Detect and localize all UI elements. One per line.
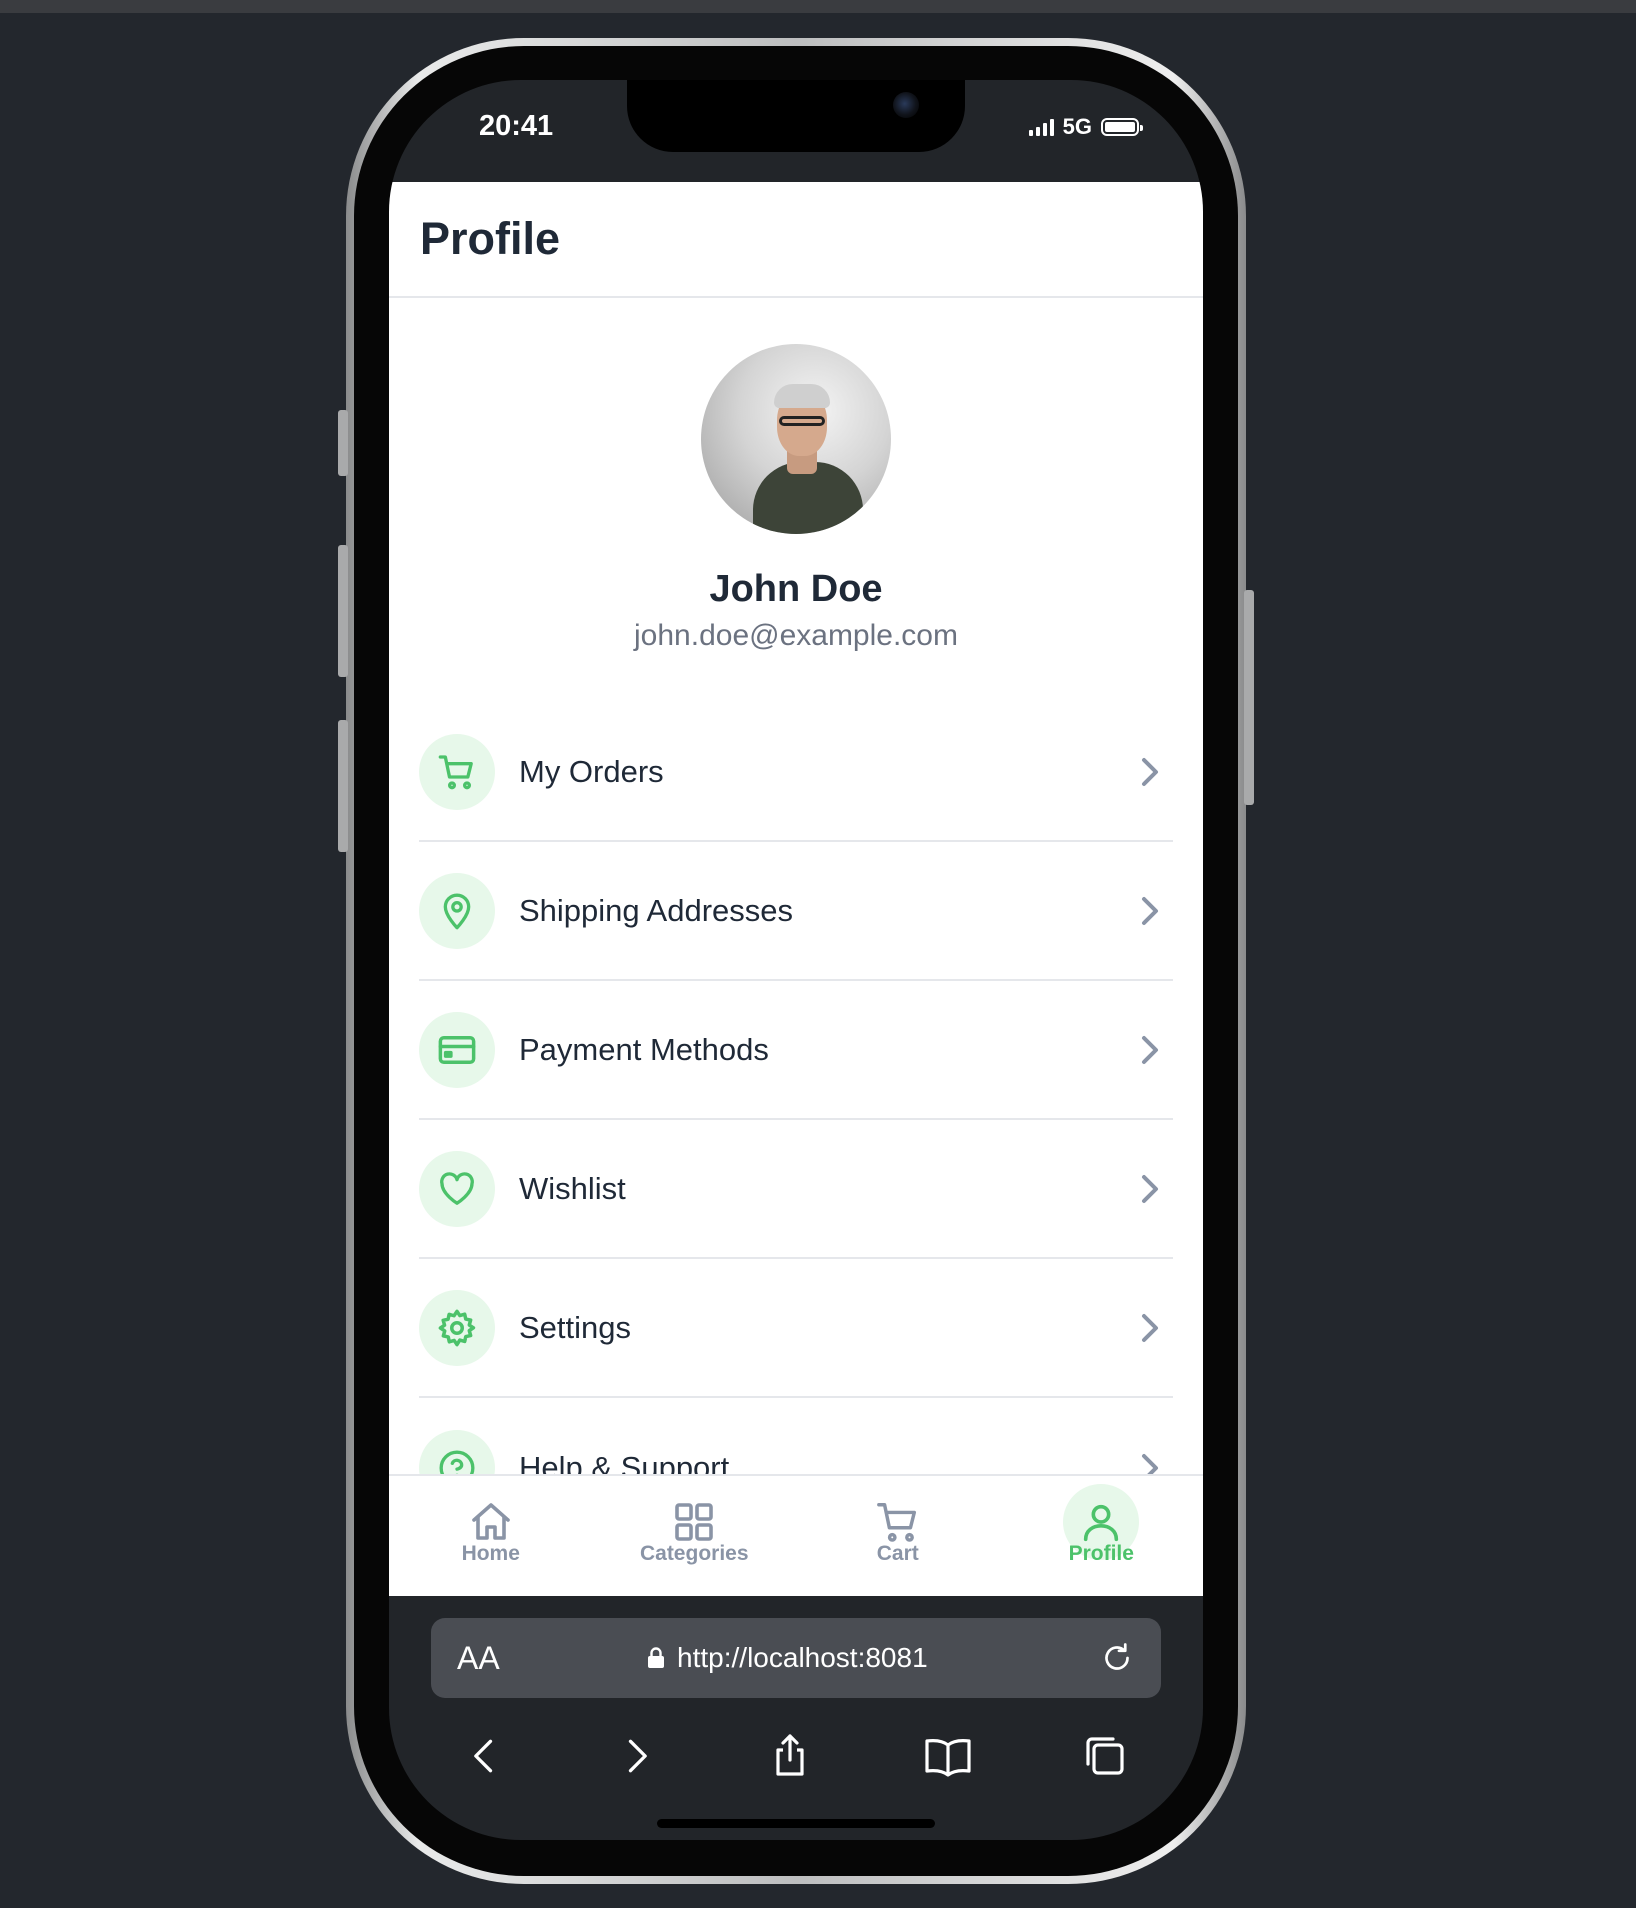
menu-item-my-orders[interactable]: My Orders <box>419 703 1173 842</box>
credit-card-icon <box>419 1011 495 1088</box>
chevron-right-icon <box>1142 757 1158 786</box>
menu-item-label: Wishlist <box>519 1170 626 1206</box>
app-view: Profile John Doe john.doe@example.com My… <box>389 182 1203 1596</box>
chevron-right-icon <box>1142 896 1158 925</box>
power-button <box>1244 590 1254 805</box>
url-display[interactable]: http://localhost:8081 <box>500 1642 1075 1674</box>
chevron-right-icon <box>1142 1313 1158 1342</box>
lock-icon <box>648 1647 665 1668</box>
battery-icon <box>1101 118 1143 136</box>
menu-item-label: Shipping Addresses <box>519 892 794 928</box>
profile-summary: John Doe john.doe@example.com <box>389 298 1203 653</box>
tab-label: Home <box>461 1542 520 1565</box>
menu-item-label: My Orders <box>519 753 664 789</box>
bottom-tab-bar: Home Categories Cart Profile <box>389 1474 1203 1596</box>
tab-label: Cart <box>876 1542 919 1565</box>
network-label: 5G <box>1062 114 1092 139</box>
page-title: Profile <box>420 213 561 264</box>
chevron-right-icon <box>1142 1035 1158 1064</box>
location-pin-icon <box>419 872 495 949</box>
menu-item-settings[interactable]: Settings <box>419 1259 1173 1398</box>
text-size-button[interactable]: AA <box>457 1640 500 1677</box>
menu-item-wishlist[interactable]: Wishlist <box>419 1120 1173 1259</box>
profile-menu: My Orders Shipping Addresses Payment Met… <box>389 703 1203 1537</box>
forward-icon[interactable] <box>614 1734 658 1778</box>
user-email: john.doe@example.com <box>634 619 958 652</box>
heart-icon <box>419 1150 495 1227</box>
menu-item-label: Settings <box>519 1309 632 1345</box>
tab-cart[interactable]: Cart <box>796 1476 1000 1596</box>
cart-icon <box>419 733 495 810</box>
tab-label: Profile <box>1068 1542 1134 1565</box>
volume-up-button <box>338 545 348 677</box>
phone-screen: 20:41 5G Profile John Doe john.doe@examp… <box>389 80 1203 1840</box>
menu-item-label: Payment Methods <box>519 1031 769 1067</box>
tab-categories[interactable]: Categories <box>593 1476 797 1596</box>
gear-icon <box>419 1289 495 1366</box>
home-indicator <box>657 1819 935 1828</box>
chevron-right-icon <box>1142 1174 1158 1203</box>
status-time: 20:41 <box>479 110 554 142</box>
status-indicators: 5G <box>1028 114 1143 140</box>
app-header: Profile <box>389 182 1203 298</box>
tab-label: Categories <box>639 1542 749 1565</box>
reload-icon[interactable] <box>1099 1640 1135 1676</box>
front-camera <box>893 92 919 118</box>
mute-switch <box>338 410 348 476</box>
volume-down-button <box>338 720 348 852</box>
back-icon[interactable] <box>463 1734 507 1778</box>
address-bar[interactable]: AA http://localhost:8081 <box>431 1618 1161 1698</box>
tab-profile[interactable]: Profile <box>1000 1476 1204 1596</box>
window-top-strip <box>0 0 1636 13</box>
menu-item-shipping-addresses[interactable]: Shipping Addresses <box>419 842 1173 981</box>
user-name: John Doe <box>709 568 883 610</box>
browser-toolbar <box>389 1720 1203 1792</box>
tab-home[interactable]: Home <box>389 1476 593 1596</box>
notch <box>627 80 965 152</box>
tabs-icon[interactable] <box>1081 1732 1129 1780</box>
url-text: http://localhost:8081 <box>677 1642 928 1673</box>
bookmarks-icon[interactable] <box>922 1732 974 1780</box>
menu-item-payment-methods[interactable]: Payment Methods <box>419 981 1173 1120</box>
avatar[interactable] <box>701 344 891 534</box>
signal-icon <box>1028 118 1054 136</box>
share-icon[interactable] <box>766 1732 814 1780</box>
